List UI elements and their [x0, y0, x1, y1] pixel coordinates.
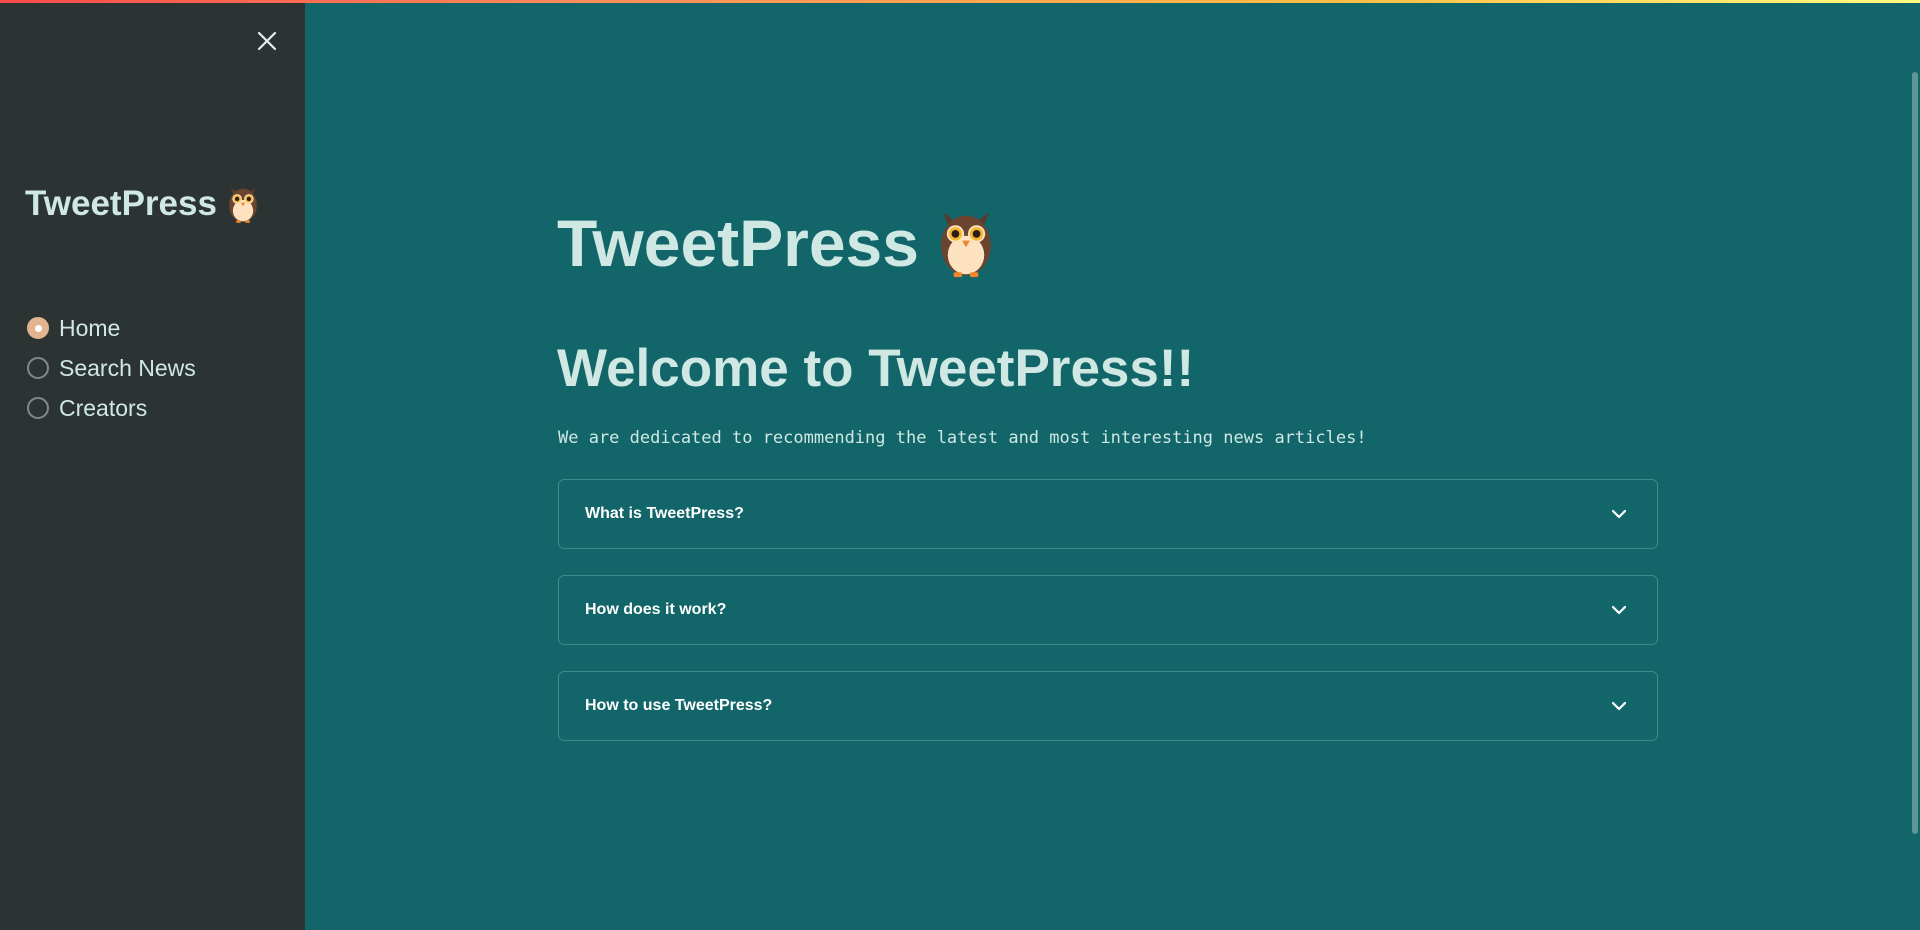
radio-checked-icon[interactable]	[27, 317, 49, 339]
page-navigation-radio-group: Home Search News Creators	[27, 308, 196, 428]
nav-radio-search-news[interactable]: Search News	[27, 348, 196, 388]
page-title-text: TweetPress	[557, 206, 919, 280]
sidebar-title-text: TweetPress	[25, 184, 217, 223]
chevron-down-icon[interactable]	[1611, 605, 1627, 615]
owl-icon	[227, 184, 259, 224]
expander-what-is-tweetpress[interactable]: What is TweetPress?	[558, 479, 1658, 549]
sidebar-title: TweetPress	[25, 184, 259, 224]
expander-label: How to use TweetPress?	[585, 697, 773, 714]
expander-how-to-use[interactable]: How to use TweetPress?	[558, 671, 1658, 741]
page-title: TweetPress	[557, 205, 995, 281]
nav-radio-home[interactable]: Home	[27, 308, 196, 348]
nav-radio-label: Creators	[59, 394, 148, 421]
nav-radio-label: Home	[59, 314, 121, 341]
tagline-text: We are dedicated to recommending the lat…	[558, 428, 1367, 448]
expander-label: What is TweetPress?	[585, 505, 744, 522]
chevron-down-icon[interactable]	[1611, 509, 1627, 519]
radio-unchecked-icon[interactable]	[27, 357, 49, 379]
sidebar-close-button[interactable]	[252, 26, 282, 56]
main-scrollbar[interactable]	[1912, 72, 1918, 834]
top-decoration-bar	[0, 0, 1920, 3]
sidebar: TweetPress Home Search News Creators	[0, 0, 305, 930]
expander-how-does-it-work[interactable]: How does it work?	[558, 575, 1658, 645]
close-icon	[257, 31, 277, 51]
chevron-down-icon[interactable]	[1611, 701, 1627, 711]
nav-radio-label: Search News	[59, 354, 196, 381]
expander-label: How does it work?	[585, 601, 727, 618]
welcome-heading: Welcome to TweetPress!!	[557, 339, 1195, 398]
nav-radio-creators[interactable]: Creators	[27, 388, 196, 428]
radio-unchecked-icon[interactable]	[27, 397, 49, 419]
owl-icon	[937, 207, 995, 279]
